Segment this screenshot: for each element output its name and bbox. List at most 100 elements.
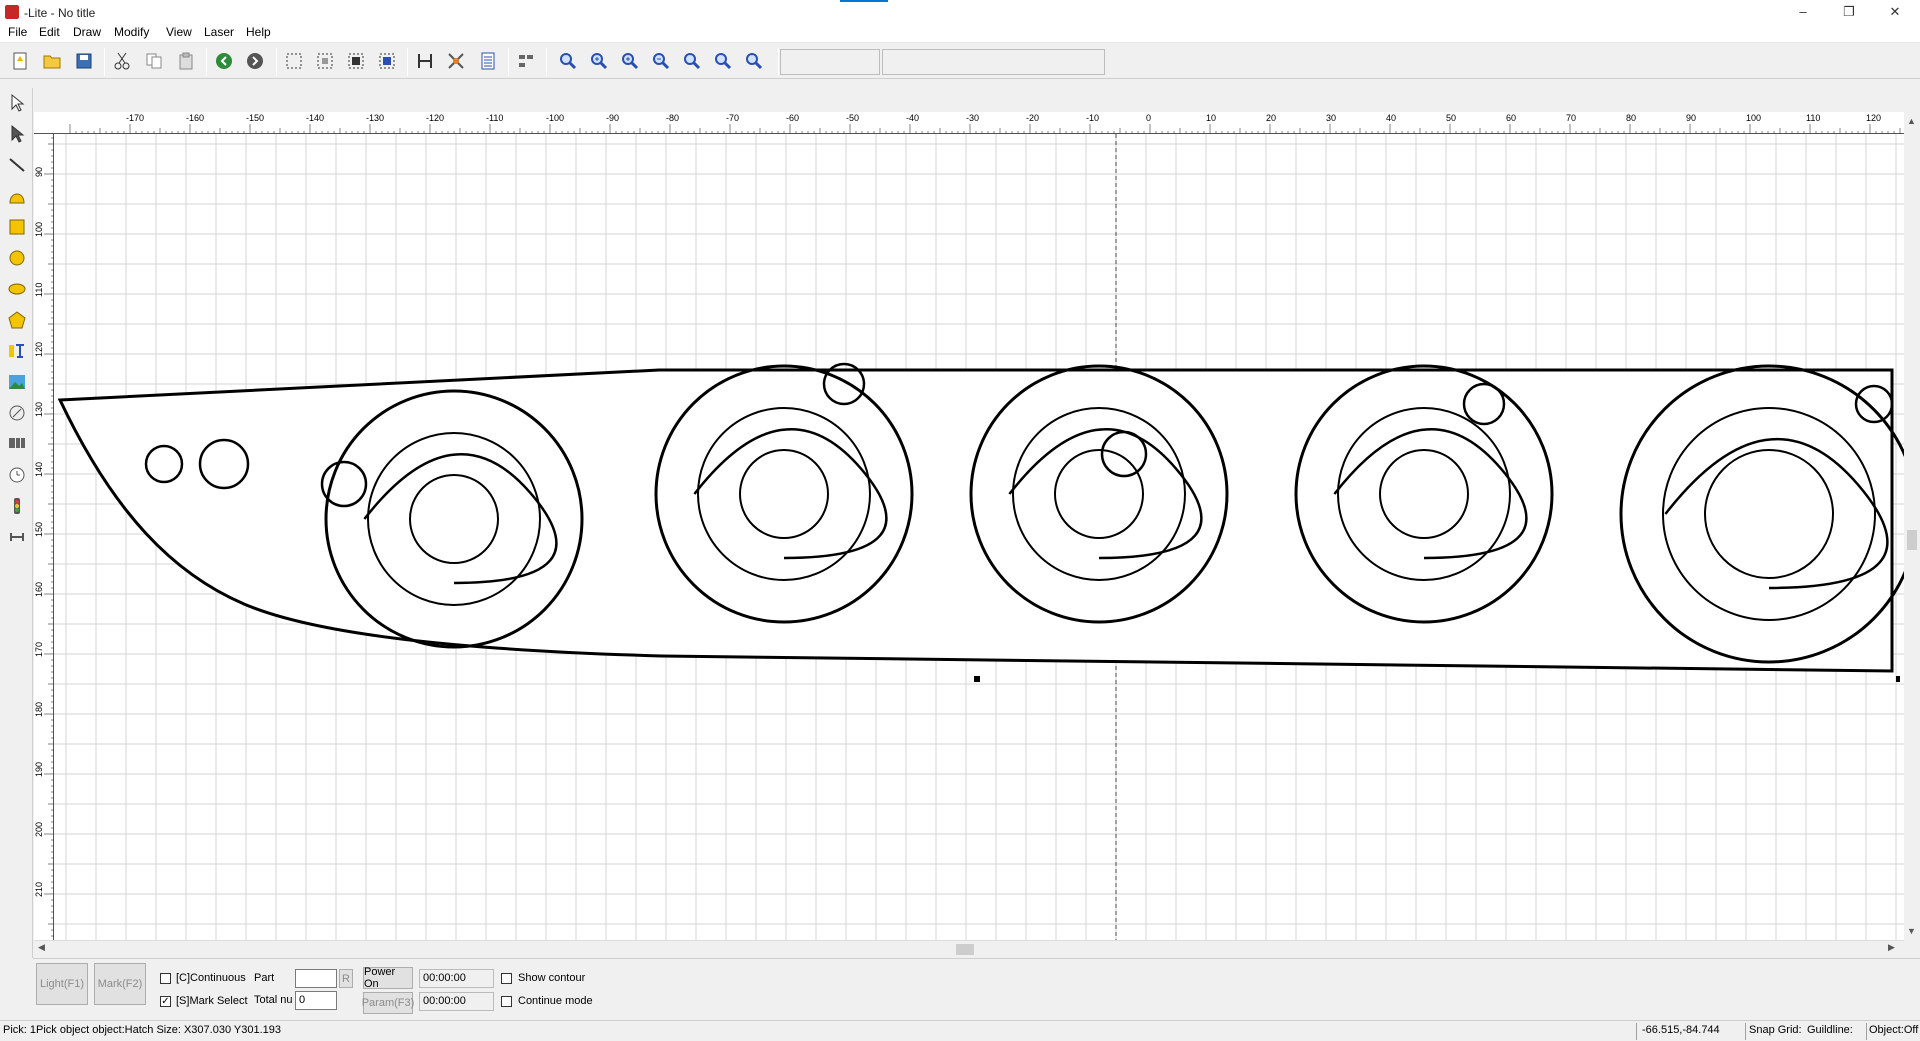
scroll-left-icon[interactable]: ◀: [38, 942, 45, 953]
rectangle-icon[interactable]: [4, 214, 29, 239]
ruler-x-label: -120: [426, 113, 444, 123]
zoom-select-icon[interactable]: [680, 49, 704, 73]
power-on-button[interactable]: Power On: [363, 966, 413, 990]
ruler-x-label: -170: [126, 113, 144, 123]
horizontal-scroll-thumb[interactable]: [956, 944, 974, 955]
ruler-x-label: 90: [1686, 113, 1696, 123]
show-contour-checkbox[interactable]: [501, 973, 512, 984]
zoom-in-icon[interactable]: [587, 49, 611, 73]
zoom-in-2-icon[interactable]: [618, 49, 642, 73]
properties-list-icon[interactable]: [476, 49, 500, 73]
mark-select-checkbox[interactable]: ✓: [160, 996, 171, 1007]
pointer-icon[interactable]: [4, 90, 29, 115]
scroll-right-icon[interactable]: ▶: [1888, 942, 1895, 953]
menu-draw[interactable]: Draw: [73, 25, 101, 39]
group-icon[interactable]: [375, 49, 399, 73]
select-icon[interactable]: [313, 49, 337, 73]
ruler-x-label: -20: [1026, 113, 1039, 123]
menu-modify[interactable]: Modify: [114, 25, 149, 39]
snap-grid-status[interactable]: Snap Grid:: [1749, 1024, 1803, 1036]
selection-handle-corner[interactable]: [1896, 676, 1900, 682]
toolbar-panel-1: [780, 49, 880, 75]
menu-help[interactable]: Help: [246, 25, 271, 39]
light-button[interactable]: Light(F1): [36, 963, 88, 1005]
part-input[interactable]: [295, 969, 337, 988]
continuous-label: [C]Continuous: [176, 972, 246, 984]
ruler-x-label: 10: [1206, 113, 1216, 123]
zoom-page-icon[interactable]: [742, 49, 766, 73]
app-icon: [5, 5, 19, 19]
node-pointer-icon[interactable]: [4, 121, 29, 146]
ruler-x-label: 110: [1806, 113, 1820, 123]
drawing-tools-bar: [0, 88, 33, 958]
ellipse-icon[interactable]: [4, 276, 29, 301]
select-objects-icon[interactable]: [344, 49, 368, 73]
ruler-x-label: 80: [1626, 113, 1636, 123]
object-snap-status[interactable]: Object:Off: [1869, 1024, 1920, 1036]
barcode-icon[interactable]: [4, 431, 29, 456]
save-icon[interactable]: [72, 49, 96, 73]
vertical-scroll-thumb[interactable]: [1907, 530, 1917, 550]
copy-icon[interactable]: [142, 49, 166, 73]
menu-view[interactable]: View: [166, 25, 192, 39]
io-input-icon[interactable]: [4, 493, 29, 518]
line-icon[interactable]: [4, 152, 29, 177]
continue-mode-checkbox[interactable]: [501, 996, 512, 1007]
undo-arrow-icon[interactable]: [212, 49, 236, 73]
vertical-ruler: 90 100 110 120 130 140 150 160 170 180 190 200 210: [34, 134, 54, 940]
menu-edit[interactable]: Edit: [39, 25, 60, 39]
drawing-canvas[interactable]: [54, 134, 1904, 940]
selection-handle-bottom[interactable]: [974, 676, 980, 682]
ruler-x-label: -10: [1086, 113, 1099, 123]
zoom-out-icon[interactable]: [649, 49, 673, 73]
reset-part-button[interactable]: R: [339, 969, 353, 988]
scroll-down-icon[interactable]: ▼: [1907, 926, 1916, 936]
mark-button[interactable]: Mark(F2): [94, 963, 146, 1005]
text-icon[interactable]: [4, 338, 29, 363]
marker-icon[interactable]: [4, 524, 29, 549]
restore-button[interactable]: ❐: [1826, 2, 1872, 24]
guidelines-status[interactable]: Guildline:: [1807, 1024, 1867, 1036]
horizontal-scrollbar[interactable]: ◀ ▶: [34, 940, 1904, 957]
engraving-artwork[interactable]: [57, 362, 1904, 673]
continuous-checkbox[interactable]: [160, 973, 171, 984]
vertical-scrollbar[interactable]: ▲ ▼: [1904, 112, 1920, 940]
ruler-x-label: -90: [606, 113, 619, 123]
cut-icon[interactable]: [110, 49, 134, 73]
continue-mode-label: Continue mode: [518, 995, 593, 1007]
param-button[interactable]: Param(F3): [362, 992, 414, 1014]
circle-icon[interactable]: [4, 245, 29, 270]
menu-laser[interactable]: Laser: [204, 25, 234, 39]
title-bar: -Lite - No title – ❐ ✕: [0, 0, 1920, 22]
ruler-y-label: 160: [34, 582, 44, 597]
bitmap-icon[interactable]: [4, 369, 29, 394]
curve-icon[interactable]: [4, 183, 29, 208]
node-edit-icon[interactable]: [444, 49, 468, 73]
total-label: Total nu: [254, 994, 293, 1006]
h-tool-icon[interactable]: [413, 49, 437, 73]
polygon-icon[interactable]: [4, 307, 29, 332]
new-file-icon[interactable]: [8, 49, 32, 73]
redo-arrow-icon[interactable]: [243, 49, 267, 73]
ruler-y-label: 150: [34, 522, 44, 537]
vector-file-icon[interactable]: [4, 400, 29, 425]
open-folder-icon[interactable]: [40, 49, 64, 73]
paste-icon[interactable]: [174, 49, 198, 73]
select-all-icon[interactable]: [282, 49, 306, 73]
active-window-accent: [840, 0, 888, 2]
close-button[interactable]: ✕: [1872, 2, 1918, 24]
timer-icon[interactable]: [4, 462, 29, 487]
scroll-up-icon[interactable]: ▲: [1907, 116, 1916, 126]
ruler-x-label: -40: [906, 113, 919, 123]
zoom-all-icon[interactable]: [711, 49, 735, 73]
align-icon[interactable]: [514, 49, 538, 73]
ruler-x-label: 100: [1746, 113, 1761, 123]
drawing-area[interactable]: [54, 134, 1904, 940]
ruler-y-label: 110: [34, 283, 44, 297]
minimize-button[interactable]: –: [1780, 2, 1826, 24]
ruler-y-label: 200: [34, 822, 44, 837]
zoom-icon[interactable]: [556, 49, 580, 73]
menu-file[interactable]: File: [8, 25, 27, 39]
total-input[interactable]: 0: [295, 991, 337, 1010]
ruler-y-label: 190: [34, 762, 44, 777]
